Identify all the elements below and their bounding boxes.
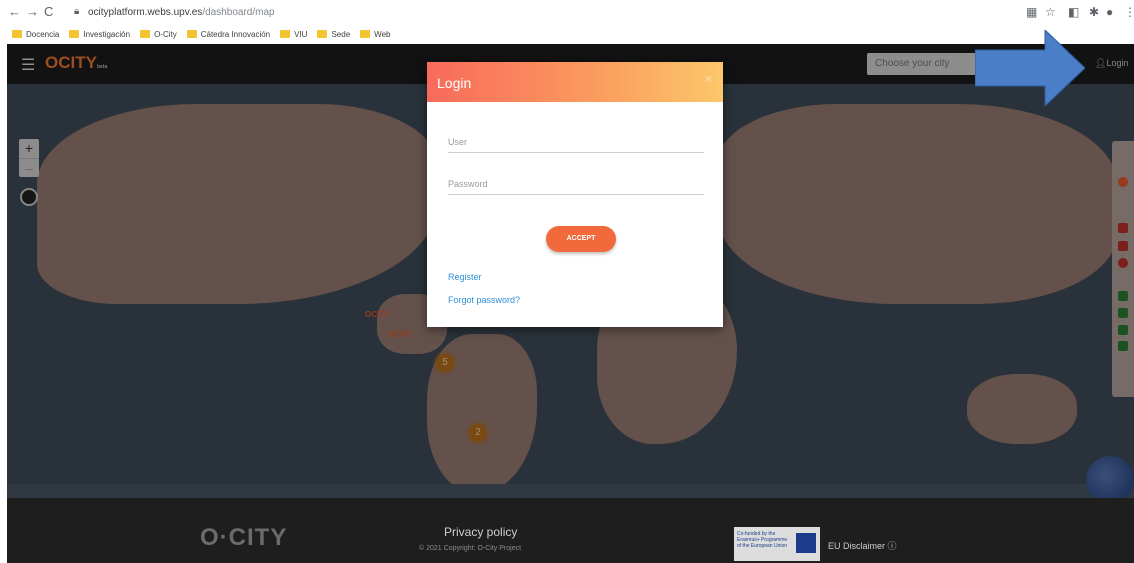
browser-chrome: ← → C 🔒︎ ocityplatform.webs.upv.es/dashb… bbox=[0, 0, 1134, 44]
url-path: /dashboard/map bbox=[202, 7, 275, 18]
puzzle-icon[interactable]: ✱ bbox=[1089, 5, 1099, 19]
folder-icon bbox=[360, 30, 371, 38]
folder-icon bbox=[12, 30, 22, 38]
folder-icon bbox=[317, 30, 328, 38]
url-host: ocityplatform.webs.upv.es bbox=[88, 7, 203, 18]
close-icon[interactable]: × bbox=[705, 72, 712, 86]
page-footer: O·CITY Privacy policy © 2021 Copyright: … bbox=[7, 498, 1134, 563]
footer-logo: O·CITY bbox=[200, 524, 288, 551]
menu-dots-icon[interactable]: ⋮ bbox=[1124, 5, 1134, 19]
profile-icon[interactable]: ● bbox=[1106, 5, 1113, 19]
bookmark-label: Docencia bbox=[26, 29, 60, 39]
user-field bbox=[448, 132, 704, 153]
bookmark-label: Cátedra Innovación bbox=[200, 29, 271, 39]
bookmark-item[interactable]: Cátedra Innovación bbox=[186, 29, 271, 39]
bookmark-item[interactable]: Sede bbox=[317, 30, 350, 39]
bookmark-item[interactable]: VIU bbox=[280, 30, 307, 39]
lock-icon: 🔒︎ bbox=[74, 6, 80, 17]
register-link[interactable]: Register bbox=[448, 272, 482, 282]
bookmark-label: VIU bbox=[294, 29, 308, 39]
extension-icon[interactable]: ◧ bbox=[1068, 5, 1079, 19]
password-field bbox=[448, 174, 704, 195]
folder-icon bbox=[140, 30, 151, 38]
translate-icon[interactable]: ▦ bbox=[1026, 5, 1037, 19]
bookmark-item[interactable]: O-City bbox=[140, 30, 177, 39]
bookmark-item[interactable]: Web bbox=[360, 30, 390, 39]
privacy-policy-link[interactable]: Privacy policy bbox=[444, 525, 517, 539]
bookmark-label: Sede bbox=[331, 29, 351, 39]
address-row: ← → C 🔒︎ ocityplatform.webs.upv.es/dashb… bbox=[0, 0, 1134, 26]
annotation-arrow bbox=[975, 30, 1085, 106]
password-input[interactable] bbox=[448, 179, 704, 189]
folder-icon bbox=[186, 30, 197, 38]
reload-icon[interactable]: C bbox=[44, 4, 53, 19]
url-text: ocityplatform.webs.upv.es/dashboard/map bbox=[88, 7, 275, 18]
bookmark-label: Investigación bbox=[83, 29, 131, 39]
accept-button[interactable]: ACCEPT bbox=[546, 226, 616, 252]
copyright-text: © 2021 Copyright: O-City Project bbox=[419, 545, 522, 552]
modal-header: Login × bbox=[427, 62, 723, 102]
back-icon[interactable]: ← bbox=[8, 4, 21, 19]
forgot-password-link[interactable]: Forgot password? bbox=[448, 295, 520, 305]
eu-disclaimer-label: EU Disclaimer bbox=[828, 541, 886, 551]
eu-disclaimer-link[interactable]: EU Disclaimer ⓘ bbox=[828, 539, 897, 552]
star-icon[interactable]: ☆ bbox=[1045, 5, 1056, 19]
login-modal: Login × ACCEPT Register Forgot password? bbox=[427, 62, 723, 327]
bookmark-item[interactable]: Investigación bbox=[69, 30, 130, 39]
bookmark-label: O-City bbox=[154, 29, 177, 39]
bookmarks-bar: Docencia Investigación O-City Cátedra In… bbox=[12, 27, 390, 41]
info-icon: ⓘ bbox=[887, 541, 897, 551]
folder-icon bbox=[69, 30, 80, 38]
folder-icon bbox=[280, 30, 291, 38]
user-input[interactable] bbox=[448, 137, 704, 147]
eu-funding-text: Co-funded by the Erasmus+ Programme of t… bbox=[737, 531, 788, 549]
bookmark-item[interactable]: Docencia bbox=[12, 30, 59, 39]
eu-flag-icon bbox=[796, 533, 816, 553]
arrow-shape bbox=[975, 30, 1085, 106]
modal-title: Login bbox=[437, 75, 472, 91]
bookmark-label: Web bbox=[374, 29, 391, 39]
forward-icon[interactable]: → bbox=[26, 4, 39, 19]
address-bar[interactable]: 🔒︎ ocityplatform.webs.upv.es/dashboard/m… bbox=[66, 3, 1026, 23]
eu-funding-badge: Co-funded by the Erasmus+ Programme of t… bbox=[734, 527, 820, 561]
